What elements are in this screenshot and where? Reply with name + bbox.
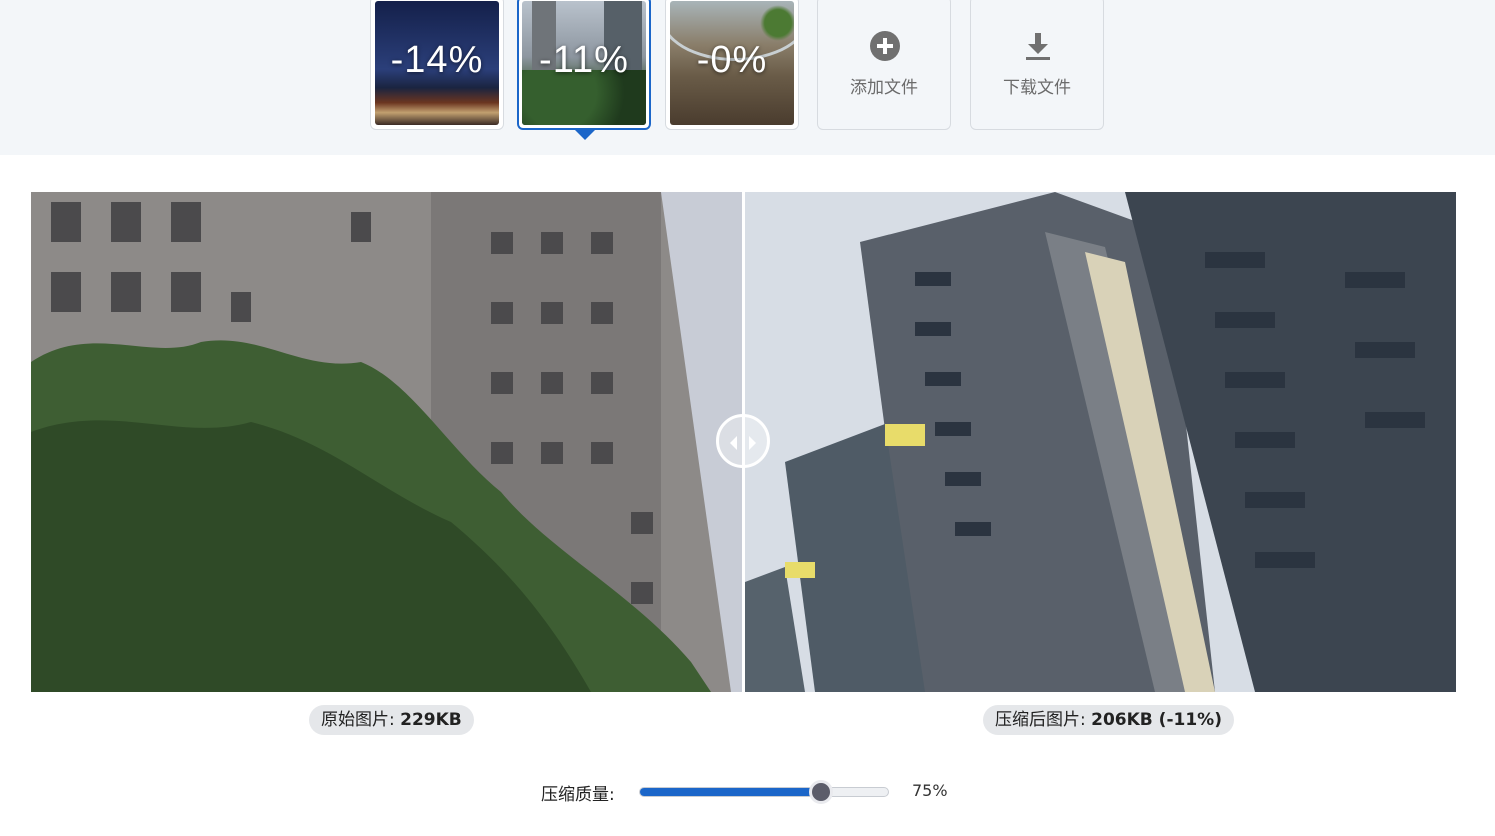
thumbnail-image: -11% bbox=[522, 1, 646, 125]
quality-slider-fill bbox=[640, 788, 821, 796]
thumbnail-night-street[interactable]: -14% bbox=[370, 0, 504, 130]
compressed-size-label: 压缩后图片: bbox=[995, 710, 1086, 730]
add-file-button[interactable]: 添加文件 bbox=[817, 0, 951, 130]
comparison-slider-handle[interactable] bbox=[716, 414, 770, 468]
reduction-percentage: -11% bbox=[539, 39, 629, 81]
compressed-size-badge: 压缩后图片: 206KB (-11%) bbox=[983, 705, 1234, 735]
thumbnail-shopping-mall[interactable]: -0% bbox=[665, 0, 799, 130]
quality-label: 压缩质量: bbox=[541, 785, 615, 805]
original-size-badge: 原始图片: 229KB bbox=[309, 705, 474, 735]
quality-slider-knob[interactable] bbox=[809, 780, 833, 804]
download-file-label: 下载文件 bbox=[1003, 78, 1071, 98]
original-size-value: 229KB bbox=[400, 710, 462, 730]
add-file-label: 添加文件 bbox=[850, 78, 918, 98]
download-file-button[interactable]: 下载文件 bbox=[970, 0, 1104, 130]
reduction-percentage: -14% bbox=[390, 39, 484, 81]
quality-slider[interactable] bbox=[639, 780, 889, 804]
thumbnail-image: -14% bbox=[375, 1, 499, 125]
compressed-image-illustration bbox=[745, 192, 1456, 692]
reduction-percentage: -0% bbox=[696, 39, 768, 81]
selected-pointer bbox=[574, 129, 596, 140]
plus-circle-icon bbox=[870, 31, 900, 61]
original-size-label: 原始图片: bbox=[321, 710, 395, 730]
palm-shape bbox=[756, 3, 794, 43]
compressed-size-value: 206KB (-11%) bbox=[1091, 710, 1222, 730]
original-image-illustration bbox=[31, 192, 743, 692]
compressed-image bbox=[745, 192, 1456, 692]
original-image bbox=[31, 192, 743, 692]
thumbnail-apartment-buildings[interactable]: -11% bbox=[517, 0, 651, 130]
download-icon bbox=[1026, 33, 1050, 60]
thumbnail-image: -0% bbox=[670, 1, 794, 125]
quality-value: 75% bbox=[912, 781, 948, 800]
